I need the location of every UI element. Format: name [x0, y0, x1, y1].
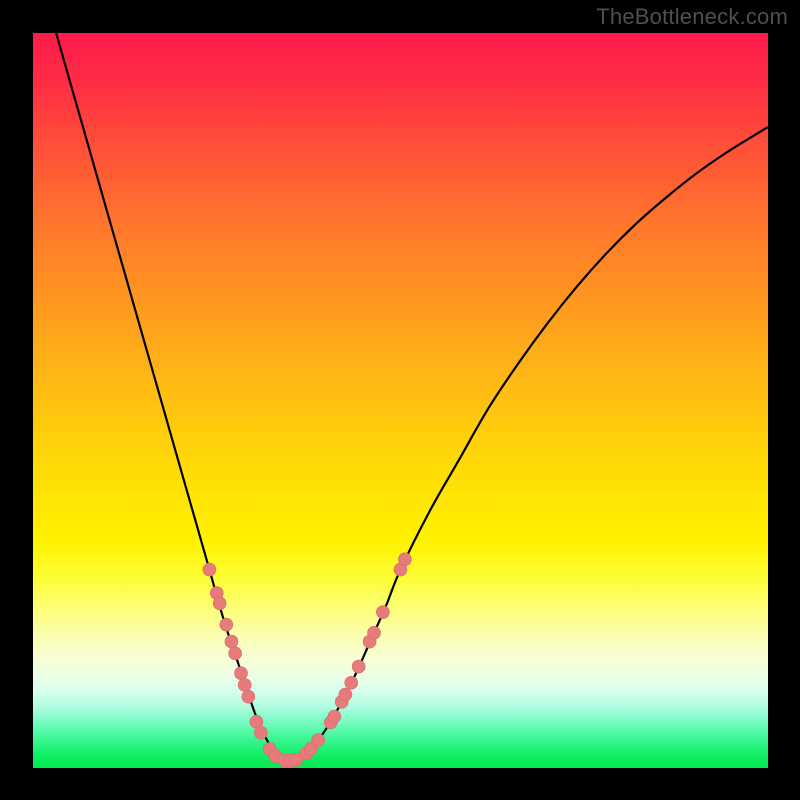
- data-marker: [225, 635, 238, 648]
- data-marker: [254, 726, 267, 739]
- chart-frame: TheBottleneck.com: [0, 0, 800, 800]
- plot-area: [33, 33, 768, 768]
- data-marker: [368, 626, 381, 639]
- data-marker: [328, 710, 341, 723]
- data-marker: [339, 688, 352, 701]
- data-marker: [242, 690, 255, 703]
- data-markers-group: [203, 553, 412, 767]
- data-marker: [220, 618, 233, 631]
- data-marker: [376, 606, 389, 619]
- data-marker: [398, 553, 411, 566]
- data-marker: [213, 597, 226, 610]
- data-marker: [238, 678, 251, 691]
- data-marker: [352, 660, 365, 673]
- bottleneck-curve: [33, 33, 768, 761]
- data-marker: [312, 734, 325, 747]
- data-marker: [203, 563, 216, 576]
- chart-svg: [33, 33, 768, 768]
- data-marker: [235, 667, 248, 680]
- data-marker: [229, 647, 242, 660]
- data-marker: [345, 676, 358, 689]
- watermark-text: TheBottleneck.com: [596, 4, 788, 30]
